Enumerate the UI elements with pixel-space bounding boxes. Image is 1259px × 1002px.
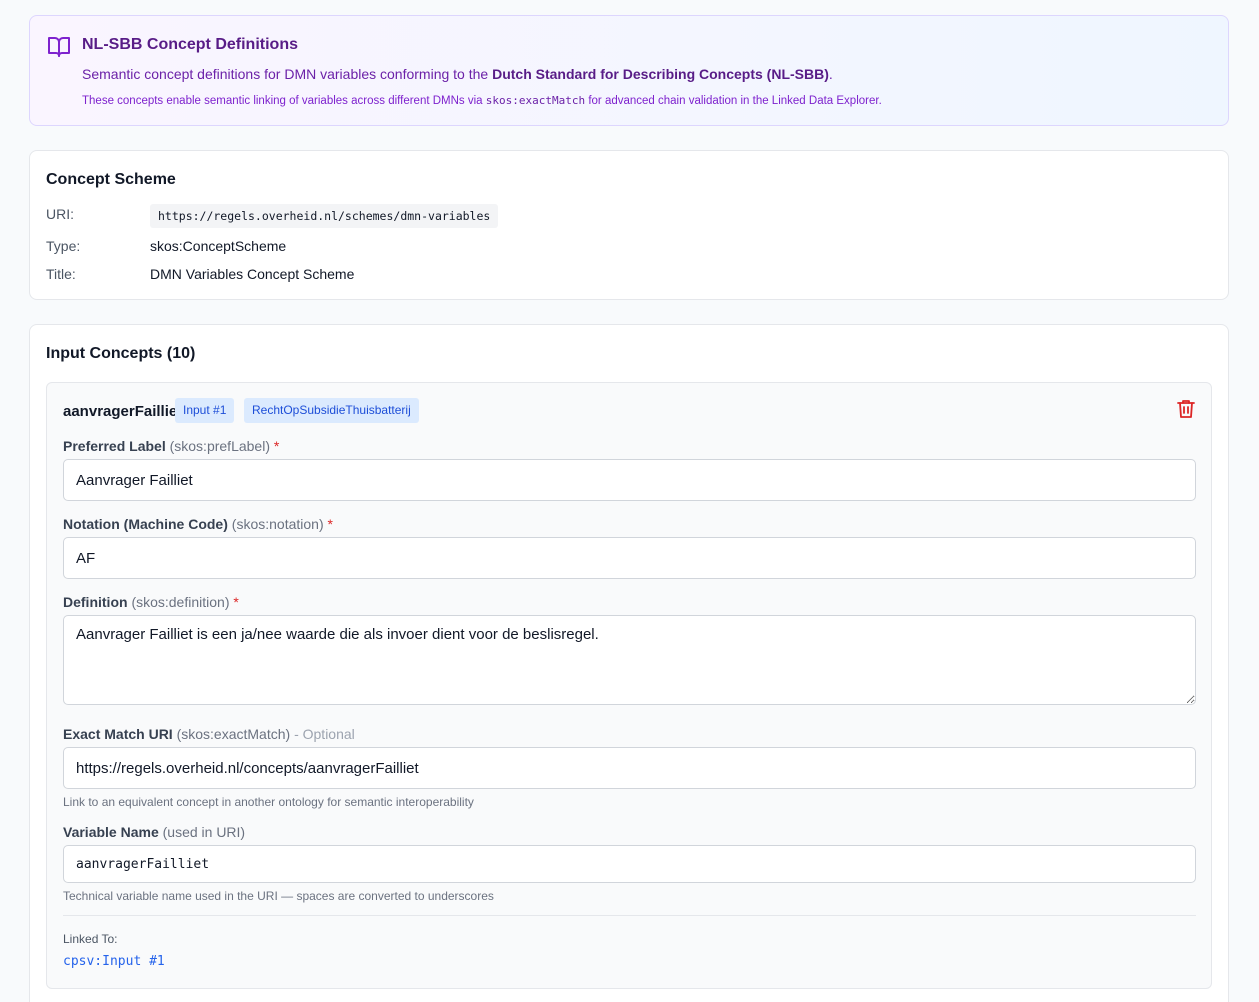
- exact-match-help: Link to an equivalent concept in another…: [63, 795, 474, 809]
- banner-note-prefix: These concepts enable semantic linking o…: [82, 95, 483, 107]
- variable-name-hint: (used in URI): [162, 824, 246, 840]
- required-marker: *: [273, 438, 280, 454]
- pref-label-field-label: Preferred Label (skos:prefLabel) *: [63, 438, 279, 454]
- divider: [63, 915, 1196, 916]
- scheme-uri-label: URI:: [46, 206, 74, 222]
- banner-desc-standard: Dutch Standard for Describing Concepts (…: [492, 66, 829, 82]
- definition-hint: (skos:definition): [131, 594, 230, 610]
- banner-title: NL-SBB Concept Definitions: [82, 36, 298, 53]
- linked-to-link[interactable]: cpsv:Input #1: [63, 954, 165, 969]
- variable-name-input[interactable]: [63, 845, 1196, 883]
- linked-to-label: Linked To:: [63, 932, 118, 946]
- banner-note-code: skos:exactMatch: [485, 94, 586, 107]
- notation-title: Notation (Machine Code): [63, 516, 228, 532]
- pref-label-hint: (skos:prefLabel): [169, 438, 270, 454]
- pref-label-title: Preferred Label: [63, 438, 166, 454]
- scheme-type-label: Type:: [46, 238, 81, 254]
- definition-title: Definition: [63, 594, 128, 610]
- banner-note: These concepts enable semantic linking o…: [82, 94, 882, 107]
- notation-field-label: Notation (Machine Code) (skos:notation) …: [63, 516, 333, 532]
- banner-description: Semantic concept definitions for DMN var…: [82, 66, 833, 82]
- banner-desc-suffix: .: [828, 66, 833, 82]
- nl-sbb-info-banner: NL-SBB Concept Definitions Semantic conc…: [29, 15, 1229, 126]
- concept-scheme-card: Concept Scheme URI: https://regels.overh…: [29, 150, 1229, 300]
- scheme-title-value: DMN Variables Concept Scheme: [150, 266, 355, 282]
- variable-name-field-label: Variable Name (used in URI): [63, 824, 245, 840]
- dmn-model-tag: RechtOpSubsidieThuisbatterij: [244, 398, 419, 423]
- concept-item: aanvragerFailliet Input #1 RechtOpSubsid…: [46, 382, 1212, 989]
- scheme-title-label: Title:: [46, 266, 76, 282]
- definition-textarea[interactable]: Aanvrager Failliet is een ja/nee waarde …: [63, 615, 1196, 705]
- input-concepts-card: Input Concepts (10) aanvragerFailliet In…: [29, 324, 1229, 1002]
- exact-match-title: Exact Match URI: [63, 726, 173, 742]
- pref-label-input[interactable]: [63, 459, 1196, 501]
- definition-field-label: Definition (skos:definition) *: [63, 594, 239, 610]
- banner-note-suffix: for advanced chain validation in the Lin…: [588, 95, 882, 107]
- required-marker: *: [233, 594, 239, 610]
- notation-hint: (skos:notation): [231, 516, 324, 532]
- scheme-type-value: skos:ConceptScheme: [150, 238, 287, 254]
- input-number-tag: Input #1: [175, 398, 235, 423]
- concept-scheme-heading: Concept Scheme: [46, 171, 176, 188]
- notation-input[interactable]: [63, 537, 1196, 579]
- exact-match-hint: (skos:exactMatch): [176, 726, 291, 742]
- required-marker: *: [327, 516, 333, 532]
- banner-desc-prefix: Semantic concept definitions for DMN var…: [82, 66, 489, 82]
- concept-name: aanvragerFailliet: [63, 403, 183, 420]
- optional-marker: - Optional: [294, 726, 355, 742]
- input-concepts-heading: Input Concepts (10): [46, 345, 196, 362]
- book-open-icon: [48, 37, 70, 57]
- trash-icon[interactable]: [1177, 399, 1195, 419]
- variable-name-help: Technical variable name used in the URI …: [63, 889, 494, 903]
- exact-match-input[interactable]: [63, 747, 1196, 789]
- exact-match-field-label: Exact Match URI (skos:exactMatch) - Opti…: [63, 726, 355, 742]
- variable-name-title: Variable Name: [63, 824, 159, 840]
- scheme-uri-value: https://regels.overheid.nl/schemes/dmn-v…: [150, 204, 499, 228]
